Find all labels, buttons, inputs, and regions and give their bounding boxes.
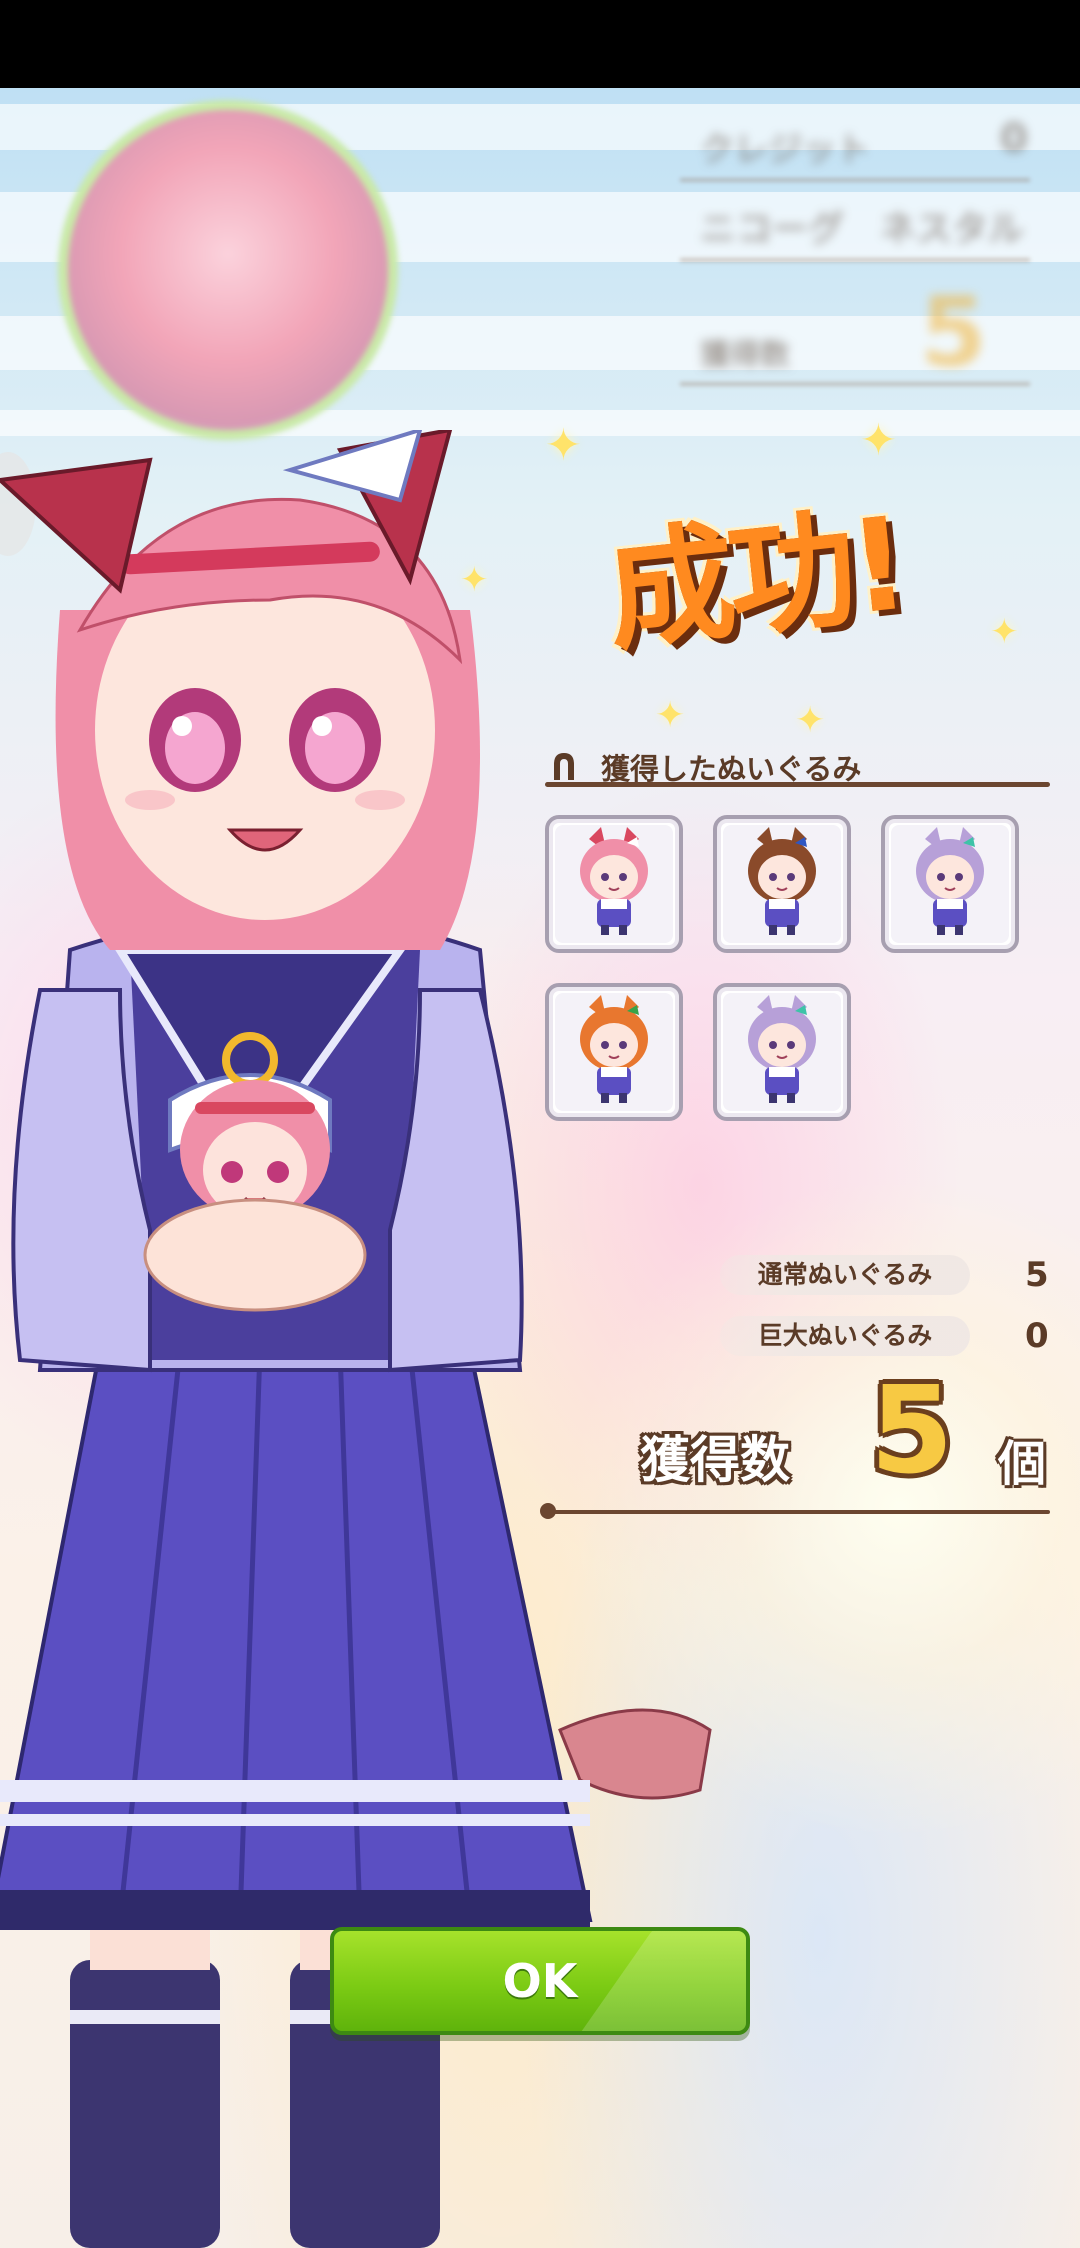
blurred-credit-label: クレジット: [700, 130, 870, 170]
character-portrait: [58, 100, 398, 440]
plush-figure: [723, 825, 841, 943]
giant-plush-count: 0: [1025, 1316, 1049, 1356]
blurred-credit-value: 0: [1000, 116, 1028, 162]
sparkle-icon: ✦: [795, 700, 826, 741]
plush-figure: [891, 825, 1009, 943]
status-bar: [0, 0, 1080, 88]
normal-plush-row: 通常ぬいぐるみ 5: [720, 1255, 1080, 1295]
section-divider: [545, 782, 1050, 787]
ok-button[interactable]: OK: [330, 1927, 750, 2035]
blurred-divider: [680, 258, 1030, 262]
normal-plush-label: 通常ぬいぐるみ: [720, 1255, 970, 1295]
blurred-divider: [680, 382, 1030, 386]
horseshoe-icon: [554, 753, 574, 780]
blurred-divider: [680, 178, 1030, 182]
blurred-league-label: ニコーグ ネスタル: [700, 209, 1025, 250]
plush-item-4[interactable]: [713, 983, 851, 1121]
plush-figure: [555, 825, 673, 943]
sparkle-icon: ✦: [990, 612, 1019, 652]
plush-item-0[interactable]: [545, 815, 683, 953]
total-value: 5: [870, 1362, 954, 1501]
giant-plush-row: 巨大ぬいぐるみ 0: [720, 1316, 1080, 1356]
plush-figure: [555, 993, 673, 1111]
total-divider: [545, 1510, 1050, 1514]
plush-item-1[interactable]: [713, 815, 851, 953]
sparkle-icon: ✦: [655, 695, 686, 736]
sparkle-icon: ✦: [460, 560, 489, 600]
plush-item-2[interactable]: [881, 815, 1019, 953]
blurred-count-label: 獲得数: [700, 338, 790, 373]
ok-button-label: OK: [502, 1954, 578, 2008]
total-divider-dot: [540, 1503, 556, 1519]
sparkle-icon: ✦: [545, 420, 582, 471]
total-label: 獲得数: [640, 1431, 790, 1489]
normal-plush-count: 5: [1025, 1255, 1049, 1295]
plush-item-3[interactable]: [545, 983, 683, 1121]
giant-plush-label: 巨大ぬいぐるみ: [720, 1316, 970, 1356]
plush-grid: [545, 815, 1025, 1125]
blurred-count-value: 5: [920, 276, 987, 388]
plush-figure: [723, 993, 841, 1111]
total-unit: 個: [998, 1436, 1047, 1492]
sparkle-icon: ✦: [860, 415, 897, 466]
